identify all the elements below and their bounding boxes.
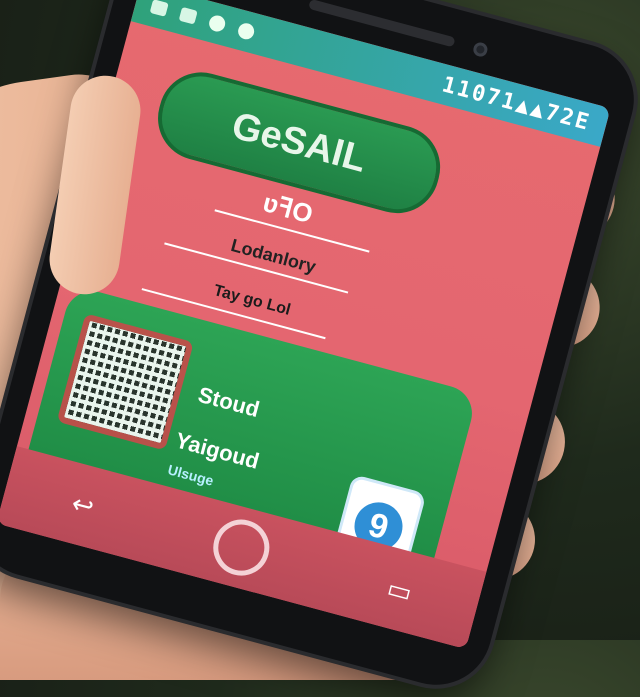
recents-square-icon[interactable]: ▭ bbox=[373, 563, 427, 617]
card-title: Stoud bbox=[195, 381, 263, 423]
secondary-label: Tay go Lol bbox=[211, 282, 293, 319]
notification-icon bbox=[149, 0, 169, 17]
message-icon bbox=[178, 6, 198, 25]
card-link[interactable]: Ulsuge bbox=[166, 461, 215, 489]
whatsapp-icon bbox=[236, 21, 256, 42]
back-arrow-icon[interactable]: ↩ bbox=[56, 478, 110, 532]
qr-code[interactable] bbox=[56, 313, 194, 451]
sync-icon bbox=[207, 13, 227, 34]
home-circle-icon[interactable] bbox=[207, 513, 276, 582]
